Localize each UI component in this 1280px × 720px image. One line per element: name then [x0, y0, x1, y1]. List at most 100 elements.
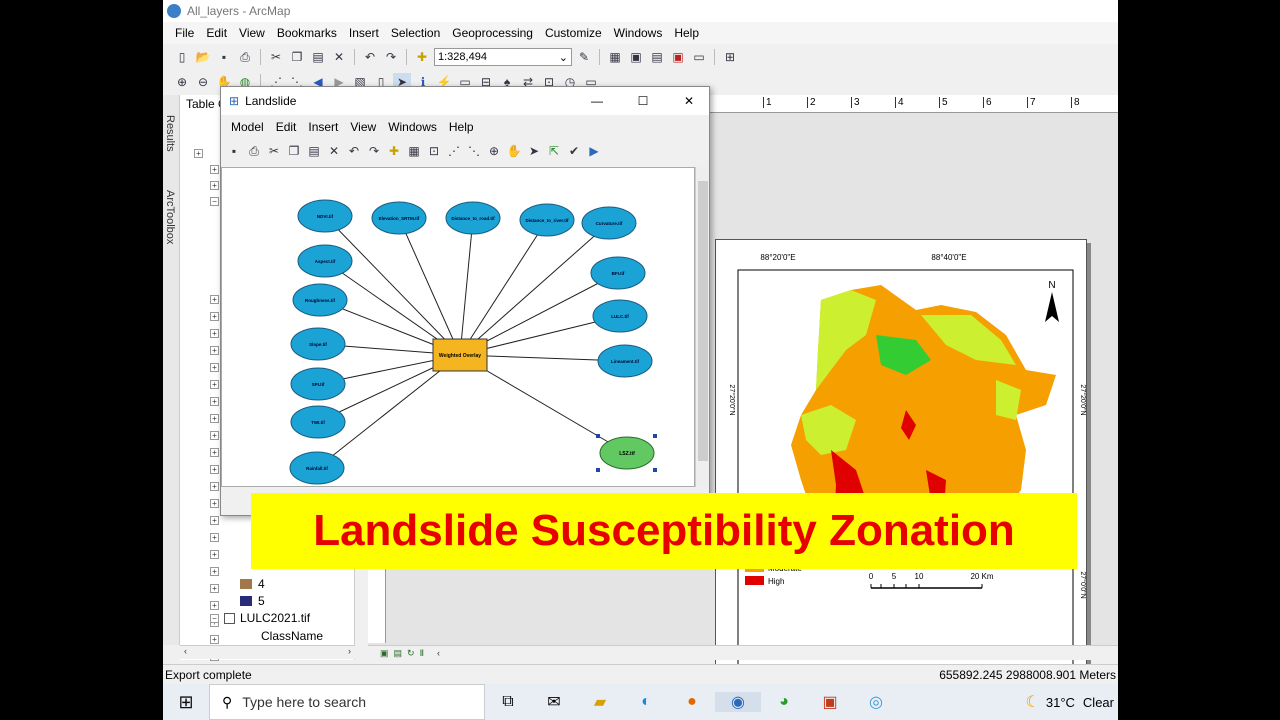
- menu-insert[interactable]: Insert: [343, 26, 385, 40]
- expand-icon[interactable]: +: [210, 584, 219, 593]
- expand-icon[interactable]: +: [210, 516, 219, 525]
- menu-bookmarks[interactable]: Bookmarks: [271, 26, 343, 40]
- expand-icon[interactable]: +: [210, 550, 219, 559]
- auto-layout-icon[interactable]: ▦: [405, 142, 423, 160]
- cut-icon[interactable]: ✂: [265, 142, 283, 160]
- select-icon[interactable]: ➤: [525, 142, 543, 160]
- cut-icon[interactable]: ✂: [267, 48, 285, 66]
- menu-file[interactable]: File: [169, 26, 200, 40]
- paste-icon[interactable]: ▤: [305, 142, 323, 160]
- fixed-zoom-out-icon[interactable]: ⋱: [465, 142, 483, 160]
- menu-edit[interactable]: Edit: [270, 120, 303, 134]
- copy-icon[interactable]: ❐: [285, 142, 303, 160]
- expand-icon[interactable]: +: [210, 312, 219, 321]
- file-explorer-icon[interactable]: ▰: [577, 692, 623, 712]
- validate-icon[interactable]: ✔: [565, 142, 583, 160]
- scroll-left-icon[interactable]: ‹: [437, 648, 440, 658]
- menu-customize[interactable]: Customize: [539, 26, 608, 40]
- fixed-zoom-in-icon[interactable]: ⋰: [445, 142, 463, 160]
- task-view-icon[interactable]: ⧉: [485, 693, 531, 711]
- model-canvas[interactable]: NDVI.tif Elevation_SRTM.tif Distance_to_ro…: [221, 167, 695, 487]
- run-icon[interactable]: ▶: [585, 142, 603, 160]
- paste-icon[interactable]: ▤: [309, 48, 327, 66]
- layout-view-icon[interactable]: ▤: [394, 648, 403, 659]
- delete-icon[interactable]: ✕: [325, 142, 343, 160]
- redo-icon[interactable]: ↷: [365, 142, 383, 160]
- tab-arctoolbox[interactable]: ArcToolbox: [163, 186, 177, 248]
- save-icon[interactable]: ▪: [225, 142, 243, 160]
- print-icon[interactable]: ⎙: [245, 142, 263, 160]
- menu-windows[interactable]: Windows: [608, 26, 669, 40]
- table-icon[interactable]: ▦: [606, 48, 624, 66]
- pan-icon[interactable]: ✋: [505, 142, 523, 160]
- zoom-in-icon[interactable]: ⊕: [485, 142, 503, 160]
- toc-horizontal-scrollbar[interactable]: ‹ ›: [180, 645, 355, 659]
- recording-icon[interactable]: ◎: [853, 692, 899, 712]
- undo-icon[interactable]: ↶: [345, 142, 363, 160]
- expand-icon[interactable]: +: [210, 431, 219, 440]
- expand-icon[interactable]: +: [210, 635, 219, 644]
- pause-icon[interactable]: Ⅱ: [420, 648, 424, 659]
- print-icon[interactable]: ⎙: [236, 48, 254, 66]
- powerpoint-icon[interactable]: ▣: [807, 692, 853, 712]
- open-icon[interactable]: 📂: [194, 48, 212, 66]
- expand-icon[interactable]: +: [210, 601, 219, 610]
- menu-edit[interactable]: Edit: [200, 26, 233, 40]
- expand-icon[interactable]: +: [210, 165, 219, 174]
- connect-icon[interactable]: ⇱: [545, 142, 563, 160]
- expand-icon[interactable]: +: [194, 149, 203, 158]
- firefox-icon[interactable]: ●: [669, 693, 715, 711]
- menu-windows[interactable]: Windows: [382, 120, 443, 134]
- expand-icon[interactable]: +: [210, 465, 219, 474]
- menu-insert[interactable]: Insert: [302, 120, 344, 134]
- expand-icon[interactable]: +: [210, 181, 219, 190]
- python-icon[interactable]: ▭: [690, 48, 708, 66]
- expand-icon[interactable]: +: [210, 346, 219, 355]
- expand-icon[interactable]: +: [210, 499, 219, 508]
- maximize-button[interactable]: ☐: [623, 94, 663, 108]
- menu-help[interactable]: Help: [668, 26, 705, 40]
- chrome-icon[interactable]: ◕: [761, 693, 807, 711]
- scroll-thumb[interactable]: [698, 181, 708, 461]
- new-icon[interactable]: ▯: [173, 48, 191, 66]
- scale-dropdown[interactable]: 1:328,494 ⌄: [434, 48, 572, 66]
- catalog-icon[interactable]: ▣: [627, 48, 645, 66]
- scroll-left-icon[interactable]: ‹: [184, 646, 187, 659]
- save-icon[interactable]: ▪: [215, 48, 233, 66]
- close-button[interactable]: ✕: [669, 94, 709, 108]
- expand-icon[interactable]: +: [210, 567, 219, 576]
- expand-icon[interactable]: +: [210, 448, 219, 457]
- mail-icon[interactable]: ✉: [531, 692, 577, 712]
- copy-icon[interactable]: ❐: [288, 48, 306, 66]
- expand-icon[interactable]: +: [210, 329, 219, 338]
- expand-icon[interactable]: +: [210, 295, 219, 304]
- full-extent-icon[interactable]: ⊡: [425, 142, 443, 160]
- search-window-icon[interactable]: ▤: [648, 48, 666, 66]
- toolbox-icon[interactable]: ▣: [669, 48, 687, 66]
- undo-icon[interactable]: ↶: [361, 48, 379, 66]
- toc-layer-row[interactable]: − LULC2021.tif: [210, 611, 310, 625]
- windows-start-icon[interactable]: ⊞: [163, 692, 209, 713]
- menu-help[interactable]: Help: [443, 120, 480, 134]
- expand-icon[interactable]: +: [210, 414, 219, 423]
- arcmap-taskbar-icon[interactable]: ◉: [715, 692, 761, 712]
- menu-selection[interactable]: Selection: [385, 26, 446, 40]
- expand-icon[interactable]: +: [210, 482, 219, 491]
- delete-icon[interactable]: ✕: [330, 48, 348, 66]
- modelbuilder-icon[interactable]: ⊞: [721, 48, 739, 66]
- menu-model[interactable]: Model: [225, 120, 270, 134]
- zoom-out-icon[interactable]: ⊖: [194, 73, 212, 91]
- menu-view[interactable]: View: [344, 120, 382, 134]
- editor-icon[interactable]: ✎: [575, 48, 593, 66]
- data-view-icon[interactable]: ▣: [380, 648, 389, 659]
- redo-icon[interactable]: ↷: [382, 48, 400, 66]
- collapse-icon[interactable]: −: [210, 613, 219, 623]
- minimize-button[interactable]: —: [577, 94, 617, 108]
- expand-icon[interactable]: +: [210, 363, 219, 372]
- zoom-in-icon[interactable]: ⊕: [173, 73, 191, 91]
- edge-icon[interactable]: ◐: [623, 693, 669, 711]
- menu-view[interactable]: View: [233, 26, 271, 40]
- expand-icon[interactable]: +: [210, 380, 219, 389]
- model-vertical-scrollbar[interactable]: [695, 167, 709, 487]
- expand-icon[interactable]: −: [210, 197, 219, 206]
